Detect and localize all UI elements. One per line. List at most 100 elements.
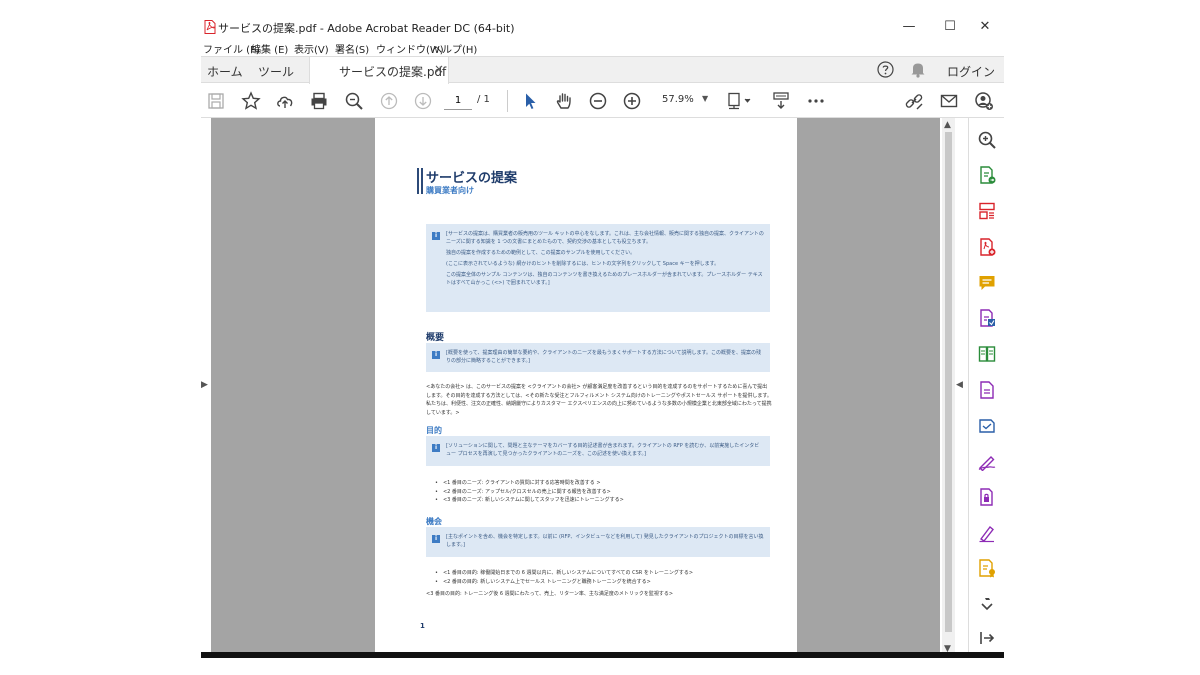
document-title: サービスの提案	[426, 171, 518, 186]
send-for-review-icon[interactable]	[977, 416, 997, 436]
menu-help[interactable]: ヘルプ(H)	[432, 41, 477, 56]
intro-tip-line: [サービスの提案は、購買業者の販売用のツール キットの中心をなします。これは、主…	[446, 231, 764, 245]
cloud-upload-icon[interactable]	[275, 91, 295, 111]
title-accent-bar	[421, 168, 423, 194]
share-link-icon[interactable]	[904, 91, 924, 111]
certificate-icon[interactable]	[977, 558, 997, 578]
window-title: サービスの提案.pdf - Adobe Acrobat Reader DC (6…	[218, 22, 515, 35]
toolbar-divider	[507, 90, 508, 112]
request-signature-icon[interactable]	[977, 451, 997, 471]
intro-tip-line: 独自の提案を作成するための範例として、この提案のサンプルを使用してください。	[446, 250, 636, 256]
next-page-icon[interactable]	[413, 91, 433, 111]
tab-home[interactable]: ホーム	[207, 63, 243, 80]
fill-sign-icon[interactable]	[977, 308, 997, 328]
overview-tip-text: [概要を使って、提案理由の簡単な要約や、クライアントのニーズを最もうまくサポート…	[446, 350, 762, 364]
minimize-button[interactable]: —	[891, 14, 927, 40]
more-tools-chevron-icon[interactable]	[977, 594, 997, 614]
print-icon[interactable]	[309, 91, 329, 111]
info-icon: i	[432, 351, 440, 359]
list-item: <2 番目のニーズ: アップセル/クロスセルの売上に関する報告を改善する>	[435, 488, 765, 497]
email-icon[interactable]	[939, 91, 959, 111]
select-cursor-icon[interactable]	[520, 91, 540, 111]
objectives-list: <1 番目のニーズ: クライアントの質問に対する応答時間を改善する > <2 番…	[435, 479, 765, 505]
third-objective-line: <3 番目の目的: トレーニング後 6 週間にわたって、売上、リターン率、主な満…	[426, 591, 674, 597]
opportunity-tip-box: i [主なポイントを含め、機会を特定します。以前に (RFP、インタビューなどを…	[426, 527, 770, 557]
scroll-up-icon[interactable]: ▲	[944, 120, 951, 130]
opportunity-tip-text: [主なポイントを含め、機会を特定します。以前に (RFP、インタビューなどを利用…	[446, 534, 764, 548]
opportunity-heading: 機会	[426, 517, 442, 526]
menu-edit[interactable]: 編集 (E)	[251, 41, 288, 56]
title-accent-bar	[417, 168, 419, 194]
enhance-search-icon[interactable]	[977, 130, 997, 150]
objectives-heading: 目的	[426, 426, 442, 435]
document-background: サービスの提案 購買業者向け i [サービスの提案は、購買業者の販売用のツール …	[211, 118, 940, 658]
close-tab-button[interactable]: ×	[434, 62, 444, 76]
menu-sign[interactable]: 署名(S)	[335, 41, 369, 56]
edit-pdf-icon[interactable]	[977, 380, 997, 400]
objectives-tip-text: [ソリューションに関して、問題と主なテーマをカバーする目的記述書が含まれます。ク…	[446, 443, 760, 457]
toolbar: / 1 57.9% ▼	[201, 84, 1004, 118]
compare-files-icon[interactable]	[977, 344, 997, 364]
comment-icon[interactable]	[977, 273, 997, 293]
overview-paragraph: <あなたの会社> は、このサービスの提案を <クライアントの会社> が顧客満足度…	[426, 384, 772, 416]
tab-bar: ホーム ツール サービスの提案.pdf × ログイン	[201, 56, 1004, 84]
notification-bell-icon[interactable]	[910, 61, 926, 78]
zoom-value: 57.9%	[662, 94, 694, 105]
pdf-page: サービスの提案 購買業者向け i [サービスの提案は、購買業者の販売用のツール …	[375, 118, 797, 658]
list-item: <1 番目のニーズ: クライアントの質問に対する応答時間を改善する >	[435, 479, 765, 488]
help-icon[interactable]	[877, 61, 894, 78]
tab-tools[interactable]: ツール	[258, 63, 294, 80]
collapse-panel-icon[interactable]	[977, 628, 997, 648]
zoom-out-icon[interactable]	[588, 91, 608, 111]
document-viewport[interactable]: ▶ サービスの提案 購買業者向け i [サービスの提案は、購買業者の販売用のツー…	[201, 118, 942, 658]
page-total: / 1	[477, 94, 490, 105]
overview-heading: 概要	[426, 333, 445, 343]
create-pdf-icon[interactable]	[977, 237, 997, 257]
add-user-icon[interactable]	[974, 91, 994, 111]
intro-tip-line: (ここに表示されているような) 網かけのヒントを削除するには、ヒントの文字列をク…	[446, 261, 720, 267]
overview-tip-box: i [概要を使って、提案理由の簡単な要約や、クライアントのニーズを最もうまくサポ…	[426, 343, 770, 372]
menu-view[interactable]: 表示(V)	[294, 41, 329, 56]
page-number-input[interactable]	[444, 92, 472, 110]
save-icon[interactable]	[206, 91, 226, 111]
taskbar-strip	[201, 652, 1004, 658]
list-item: <2 番目の目的: 新しいシステム上でセールス トレーニングと職務トレーニングを…	[435, 578, 765, 587]
login-button[interactable]: ログイン	[947, 63, 995, 80]
close-window-button[interactable]: ✕	[967, 14, 1003, 40]
page-fit-icon[interactable]	[726, 91, 754, 111]
maximize-button[interactable]: ☐	[932, 14, 968, 40]
acrobat-window: サービスの提案.pdf - Adobe Acrobat Reader DC (6…	[201, 14, 1004, 658]
previous-page-icon[interactable]	[379, 91, 399, 111]
scroll-mode-icon[interactable]	[771, 91, 791, 111]
chevron-down-icon: ▼	[702, 94, 709, 103]
document-subtitle: 購買業者向け	[426, 186, 474, 195]
list-item: <3 番目のニーズ: 新しいシステムに関してスタッフを迅速にトレーニングする>	[435, 496, 765, 505]
document-tab-label: サービスの提案.pdf	[339, 65, 447, 79]
left-panel-toggle-icon[interactable]: ▶	[201, 380, 208, 390]
scroll-thumb[interactable]	[945, 132, 952, 632]
menu-bar: ファイル (F) 編集 (E) 表示(V) 署名(S) ウィンドウ(W) ヘルプ…	[201, 40, 1004, 56]
right-panel-toggle-icon[interactable]: ◀	[956, 380, 963, 390]
tools-pane	[968, 118, 1004, 658]
sign-pen-icon[interactable]	[977, 523, 997, 543]
zoom-in-icon[interactable]	[622, 91, 642, 111]
acrobat-pdf-icon	[204, 20, 216, 34]
objectives-tip-box: i [ソリューションに関して、問題と主なテーマをカバーする目的記述書が含まれます…	[426, 436, 770, 466]
vertical-scrollbar[interactable]: ▲ ▼	[942, 118, 955, 658]
hand-tool-icon[interactable]	[554, 91, 574, 111]
intro-tip-line: この提案全体のサンプル コンテンツは、独自のコンテンツを書き換えるためのプレース…	[446, 272, 763, 286]
export-pdf-icon[interactable]	[977, 165, 997, 185]
tab-document[interactable]: サービスの提案.pdf ×	[309, 57, 449, 84]
zoom-level-select[interactable]: 57.9% ▼	[656, 92, 712, 110]
find-zoom-icon[interactable]	[344, 91, 364, 111]
more-tools-icon[interactable]	[806, 91, 826, 111]
opportunity-list: <1 番目の目的: 稼働開始日までの 6 週間以内に、新しいシステムについてすべ…	[435, 569, 765, 586]
info-icon: i	[432, 232, 440, 240]
title-bar: サービスの提案.pdf - Adobe Acrobat Reader DC (6…	[201, 14, 1004, 40]
intro-tip-box: i [サービスの提案は、購買業者の販売用のツール キットの中心をなします。これは…	[426, 224, 770, 312]
protect-pdf-icon[interactable]	[977, 487, 997, 507]
organize-pages-icon[interactable]	[977, 201, 997, 221]
page-number: 1	[420, 622, 425, 630]
list-item: <1 番目の目的: 稼働開始日までの 6 週間以内に、新しいシステムについてすべ…	[435, 569, 765, 578]
bookmark-star-icon[interactable]	[241, 91, 261, 111]
